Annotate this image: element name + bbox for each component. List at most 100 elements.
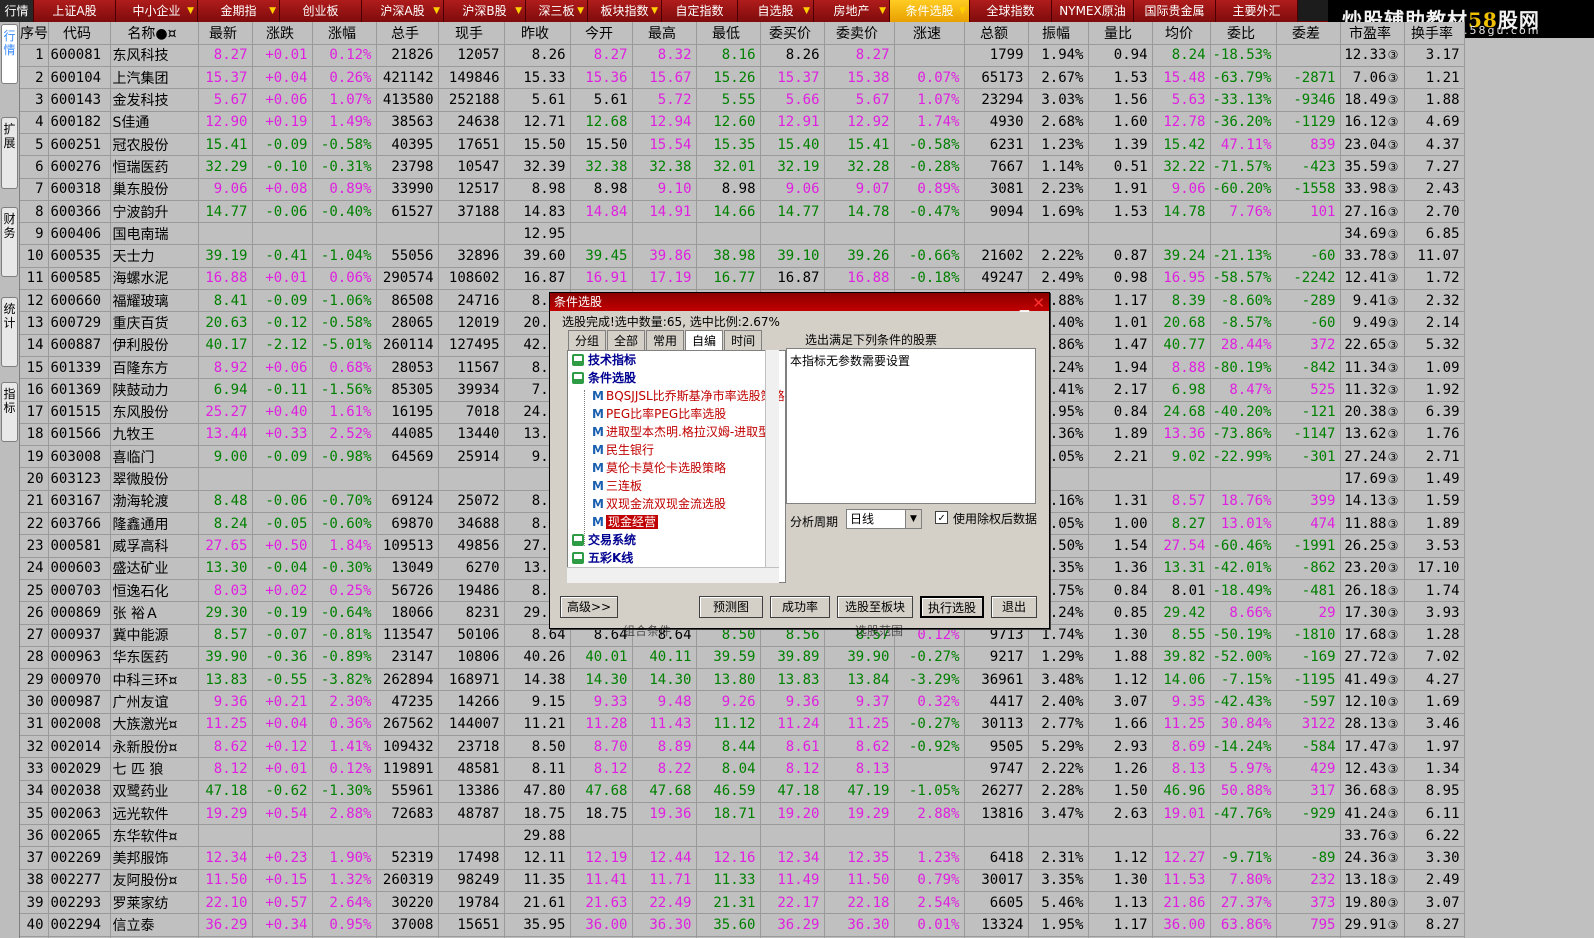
column-header[interactable]: 委差 [1276, 22, 1341, 45]
success-rate-button[interactable]: 成功率 [770, 596, 830, 618]
table-row[interactable]: 34 002038 双鹭药业 47.18 -0.62 -1.30% 55961 13386 47… [20, 780, 1465, 803]
market-tab[interactable]: 深三板 ▼ [526, 0, 588, 22]
tree-item[interactable]: M 双现金流双现金流选股 [568, 495, 785, 513]
market-tab[interactable]: 中小企业 ▼ [116, 0, 198, 22]
table-row[interactable]: 2 600104 上汽集团 15.37 +0.04 0.26% 421142 149846 15… [20, 66, 1465, 90]
exit-button[interactable]: 退出 [991, 596, 1037, 618]
table-row[interactable]: 29 000970 中科三环¤ 13.83 -0.55 -3.82% 262894 16897… [20, 668, 1465, 692]
column-header[interactable]: 现手 [438, 22, 505, 45]
side-tab[interactable]: 指 标 [1, 382, 18, 442]
tree-category[interactable]: 技术指标 [568, 351, 785, 369]
tree-horizontal-scrollbar[interactable] [567, 567, 779, 583]
preview-chart-button[interactable]: 预测图 [699, 596, 763, 618]
advanced-button[interactable]: 高级>> [560, 596, 618, 618]
table-row[interactable]: 39 002293 罗莱家纺 22.10 +0.57 2.64% 30220 19784 21.… [20, 891, 1465, 915]
chevron-down-icon[interactable]: ▼ [905, 510, 921, 528]
tree-item[interactable]: M 三连板 [568, 477, 785, 495]
column-header[interactable]: 昨收 [504, 22, 571, 45]
tree-category[interactable]: 交易系统 [568, 531, 785, 549]
table-row[interactable]: 7 600318 巢东股份 9.06 +0.08 0.89% 33990 12517 8.98 8… [20, 178, 1465, 201]
dropdown-arrow-icon[interactable]: ▼ [577, 0, 584, 22]
market-tab[interactable]: 全球指数 [970, 0, 1052, 22]
column-header[interactable]: 总手 [376, 22, 439, 45]
column-header[interactable]: 代码 [48, 22, 111, 45]
dropdown-arrow-icon[interactable]: ▼ [959, 0, 966, 22]
column-header[interactable]: 名称●¤ [110, 22, 199, 45]
market-tab[interactable]: 创业板 [280, 0, 362, 22]
table-row[interactable]: 9 600406 国电南瑞 12.95 34.69③ 6.85 [20, 222, 1465, 246]
market-tab[interactable]: NYMEX原油 [1052, 0, 1134, 22]
market-tab[interactable]: 自选股 ▼ [738, 0, 814, 22]
market-tab[interactable]: 国际贵金属 [1134, 0, 1216, 22]
column-header[interactable]: 最高 [632, 22, 697, 45]
table-row[interactable]: 6 600276 恒瑞医药 32.29 -0.10 -0.31% 23798 10547 32.… [20, 155, 1465, 179]
column-header[interactable]: 序号 [20, 22, 49, 45]
tree-item[interactable]: M BQSJJSL比乔斯基净市率选股策略 [568, 387, 785, 405]
market-tab[interactable]: 沪深B股 ▼ [444, 0, 526, 22]
table-row[interactable]: 37 002269 美邦服饰 12.34 +0.23 1.90% 52319 17498 12.… [20, 846, 1465, 870]
column-header[interactable]: 均价 [1152, 22, 1211, 45]
column-header[interactable]: 振幅 [1028, 22, 1089, 45]
select-to-block-button[interactable]: 选股至板块 [837, 596, 913, 618]
column-header[interactable]: 委买价 [760, 22, 825, 45]
dropdown-arrow-icon[interactable]: ▼ [879, 0, 886, 22]
table-row[interactable]: 40 002294 信立泰 36.29 +0.34 0.95% 37008 15651 35.9… [20, 913, 1465, 937]
side-tab[interactable]: 扩 展 [1, 117, 18, 189]
table-row[interactable]: 4 600182 S佳通 12.90 +0.19 1.49% 38563 24638 12.71… [20, 111, 1465, 134]
dialog-titlebar[interactable]: 条件选股 ▁ ✕ [550, 293, 1049, 314]
dropdown-arrow-icon[interactable]: ▼ [515, 0, 522, 22]
column-header[interactable]: 涨速 [894, 22, 965, 45]
dropdown-arrow-icon[interactable]: ▼ [803, 0, 810, 22]
column-header[interactable]: 总额 [964, 22, 1029, 45]
adjust-checkbox[interactable]: ✓ [935, 511, 948, 524]
period-select[interactable]: 日线 ▼ [846, 509, 922, 529]
dropdown-arrow-icon[interactable]: ▼ [433, 0, 440, 22]
column-header[interactable]: 市盈率 [1340, 22, 1405, 45]
side-tab[interactable]: 行 情 [1, 24, 18, 84]
table-row[interactable]: 28 000963 华东医药 39.90 -0.36 -0.89% 23147 10806 40… [20, 646, 1465, 670]
tree-item[interactable]: M 现金经营 [568, 513, 785, 531]
tree-category[interactable]: 条件选股 [568, 369, 785, 387]
market-tab[interactable]: 沪深A股 ▼ [362, 0, 444, 22]
dropdown-arrow-icon[interactable]: ▼ [651, 0, 658, 22]
column-header[interactable]: 最低 [696, 22, 761, 45]
market-tab[interactable]: 行情 [0, 0, 34, 22]
column-header[interactable]: 委卖价 [824, 22, 895, 45]
dropdown-arrow-icon[interactable]: ▼ [269, 0, 276, 22]
column-header[interactable]: 量比 [1088, 22, 1153, 45]
tree-item[interactable]: M 民生银行 [568, 441, 785, 459]
table-row[interactable]: 35 002063 远光软件 19.29 +0.54 2.88% 72683 48787 18.… [20, 802, 1465, 826]
table-row[interactable]: 5 600251 冠农股份 15.41 -0.09 -0.58% 40395 17651 15.… [20, 133, 1465, 157]
table-row[interactable]: 31 002008 大族激光¤ 11.25 +0.04 0.36% 267562 144007… [20, 713, 1465, 737]
column-header[interactable]: 委比 [1210, 22, 1277, 45]
side-tab[interactable]: 统 计 [1, 297, 18, 367]
market-tab[interactable]: 板块指数 ▼ [588, 0, 662, 22]
market-tab[interactable]: 上证A股 [34, 0, 116, 22]
dropdown-arrow-icon[interactable]: ▼ [187, 0, 194, 22]
tree-item[interactable]: M 进取型本杰明.格拉汉姆-进取型 [568, 423, 785, 441]
tree-item[interactable]: M 莫伦卡莫伦卡选股策略 [568, 459, 785, 477]
table-row[interactable]: 38 002277 友阿股份¤ 11.50 +0.15 1.32% 260319 98249 1… [20, 869, 1465, 893]
minimize-icon[interactable]: ▁ [1020, 296, 1029, 314]
table-row[interactable]: 30 000987 广州友谊 9.36 +0.21 2.30% 47235 14266 9.15… [20, 690, 1465, 714]
formula-tree[interactable]: 技术指标 条件选股 M BQSJJSL比乔斯基净市率选股策略 M PEG比率PEG比率选股… [567, 350, 786, 583]
market-tab[interactable]: 条件选股 ▼ [890, 0, 970, 22]
column-header[interactable]: 换手率 [1404, 22, 1465, 45]
tree-item[interactable]: M PEG比率PEG比率选股 [568, 405, 785, 423]
column-header[interactable]: 最新 [198, 22, 253, 45]
close-icon[interactable]: ✕ [1032, 294, 1045, 312]
dialog-tab[interactable]: 全部 [607, 330, 646, 350]
market-tab[interactable]: 主要外汇 [1216, 0, 1298, 22]
dialog-tab[interactable]: 分组 [568, 330, 607, 350]
table-row[interactable]: 36 002065 东华软件¤ 29.88 33.76③ 6.22 [20, 824, 1465, 848]
dialog-tab[interactable]: 自编 [685, 330, 724, 350]
table-row[interactable]: 11 600585 海螺水泥 16.88 +0.01 0.06% 290574 108602 1… [20, 267, 1465, 291]
column-header[interactable]: 涨跌 [252, 22, 313, 45]
tree-category[interactable]: 五彩K线 [568, 549, 785, 567]
table-row[interactable]: 33 002029 七 匹 狼 8.12 +0.01 0.12% 119891 48581 8.… [20, 757, 1465, 781]
table-row[interactable]: 10 600535 天士力 39.19 -0.41 -1.04% 55056 32896 39.… [20, 244, 1465, 268]
table-row[interactable]: 32 002014 永新股份¤ 8.62 +0.12 1.41% 109432 23718 8.… [20, 735, 1465, 759]
dialog-tab[interactable]: 常用 [646, 330, 685, 350]
side-tab[interactable]: 财 务 [1, 207, 18, 277]
table-row[interactable]: 8 600366 宁波韵升 14.77 -0.06 -0.40% 61527 37188 14.… [20, 200, 1465, 224]
